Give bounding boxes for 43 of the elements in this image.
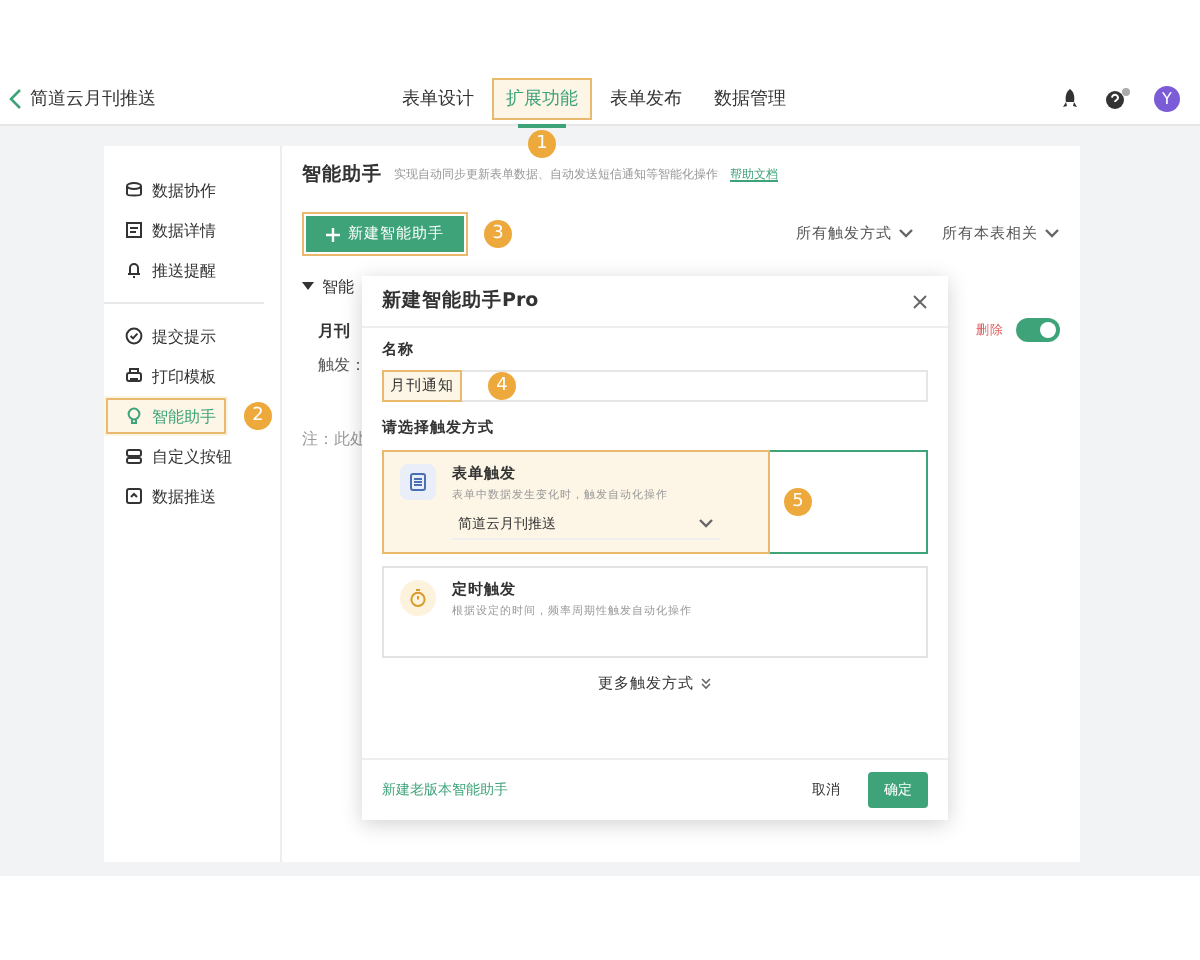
plus-icon [326,227,340,241]
lightbulb-icon [124,406,144,426]
callout-badge: 3 [484,220,512,248]
callout-badge: 5 [784,488,812,516]
user-avatar[interactable]: Y [1154,85,1180,111]
group-label: 智能 [322,276,354,298]
printer-icon [124,366,144,386]
sidebar-item[interactable]: 数据详情 [104,210,280,250]
trigger-label: 触发： [318,354,368,376]
caret-icon[interactable] [302,282,314,292]
sidebar-item[interactable]: 提交提示 [104,316,264,356]
assistant-name: 月刊 [318,319,350,341]
callout-badge: 4 [488,372,516,400]
rocket-icon[interactable] [1060,87,1080,109]
app-title: 简道云月刊推送 [30,87,156,111]
sidebar-item[interactable]: 数据协作 [104,170,280,210]
bell-icon [124,260,144,280]
back-icon[interactable] [8,87,22,109]
callout-badge: 2 [244,402,272,430]
chevron-down-icon [898,228,914,240]
nav-tab[interactable]: 表单发布 [596,77,696,119]
sidebar-item[interactable]: 数据推送 [104,476,264,516]
sidebar-item[interactable]: 自定义按钮 [104,436,264,476]
stacked-bars-icon [124,446,144,466]
callout-badge: 1 [528,129,556,157]
close-icon[interactable] [912,293,928,309]
document-icon [408,472,428,492]
database-icon [124,180,144,200]
stopwatch-icon [408,588,428,608]
sidebar-item[interactable]: 打印模板 [104,356,264,396]
double-chevron-icon [700,678,712,690]
document-icon [124,220,144,240]
nav-tab[interactable]: 数据管理 [700,77,800,119]
dialog-title: 新建智能助手Pro [382,288,539,314]
chevron-down-icon [698,518,714,530]
help-icon[interactable] [1104,87,1130,109]
upload-square-icon [124,486,144,506]
sidebar-item[interactable]: 推送提醒 [104,250,280,290]
check-circle-icon [124,326,144,346]
enable-toggle[interactable] [1016,318,1060,342]
page-title: 智能助手 [302,162,382,188]
chevron-down-icon [1044,228,1060,240]
nav-tab[interactable]: 表单设计 [388,77,488,119]
